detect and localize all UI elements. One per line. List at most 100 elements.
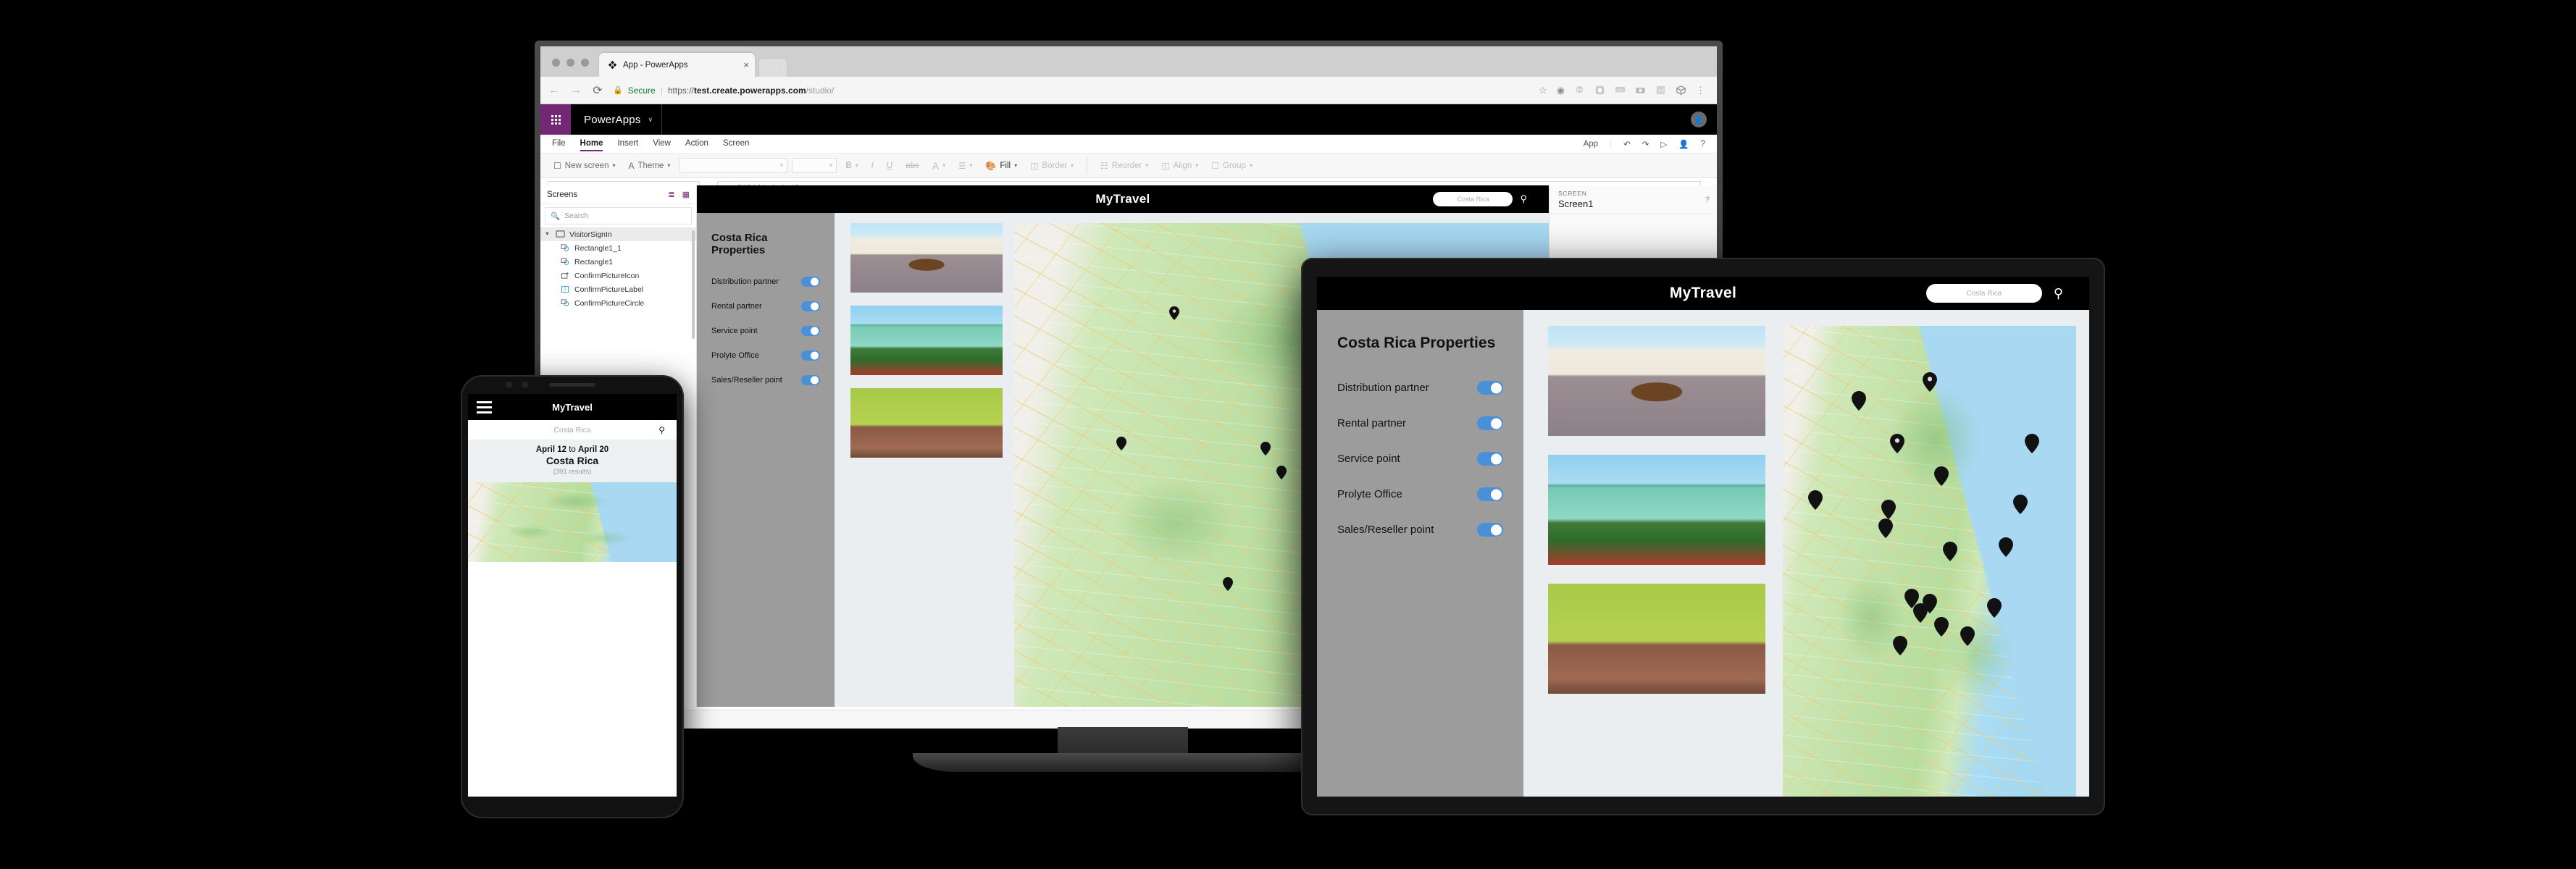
menu-file[interactable]: File bbox=[552, 139, 566, 148]
address-bar[interactable]: 🔒 Secure | https://test.create.powerapps… bbox=[613, 85, 1530, 96]
map-pin[interactable] bbox=[1893, 636, 1907, 655]
chevron-down-icon[interactable]: ▾ bbox=[1195, 162, 1198, 169]
play-icon[interactable]: ▷ bbox=[1660, 139, 1667, 149]
toggle-switch[interactable] bbox=[801, 301, 820, 311]
app-search-input[interactable]: Costa Rica bbox=[1433, 192, 1513, 206]
tree-item-rectangle1-1[interactable]: Rectangle1_1 bbox=[540, 241, 696, 255]
chevron-down-icon[interactable]: ▾ bbox=[667, 162, 670, 169]
border-button[interactable]: ◫ Border ▾ bbox=[1026, 161, 1078, 171]
toggle-row-service-point[interactable]: Service point bbox=[711, 326, 820, 336]
toggle-switch[interactable] bbox=[1477, 416, 1503, 430]
chevron-down-icon[interactable]: ▾ bbox=[942, 162, 945, 169]
app-search-input[interactable]: Costa Rica bbox=[1925, 284, 2042, 303]
chevron-down-icon[interactable]: ▾ bbox=[612, 162, 615, 169]
extension-css-icon[interactable]: CSS bbox=[1615, 85, 1626, 96]
app-search[interactable]: Costa Rica ⚲ bbox=[1433, 192, 1527, 206]
chevron-down-icon[interactable]: ▾ bbox=[969, 162, 972, 169]
map-pin[interactable] bbox=[1933, 466, 1949, 486]
toggle-switch[interactable] bbox=[801, 326, 820, 336]
map-pin[interactable] bbox=[1878, 518, 1893, 538]
align-text-button[interactable]: ☰ ▾ bbox=[954, 161, 977, 171]
phone-map[interactable] bbox=[468, 482, 677, 562]
map-pin[interactable] bbox=[2013, 495, 2028, 514]
maximize-window-button[interactable] bbox=[581, 59, 589, 67]
app-search[interactable]: Costa Rica ⚲ bbox=[1925, 284, 2063, 303]
app-label[interactable]: App bbox=[1584, 140, 1598, 148]
menu-insert[interactable]: Insert bbox=[617, 139, 638, 148]
toggle-row-prolyte-office[interactable]: Prolyte Office bbox=[711, 350, 820, 361]
extension-rp-icon[interactable]: RP bbox=[1655, 85, 1666, 96]
tree-item-confirmpicturecircle[interactable]: ConfirmPictureCircle bbox=[540, 296, 696, 310]
map-pin[interactable] bbox=[1881, 499, 1896, 519]
tree-scrollbar[interactable] bbox=[692, 230, 695, 339]
map-pin[interactable] bbox=[1960, 626, 1975, 646]
close-window-button[interactable] bbox=[552, 59, 560, 67]
tree-item-visitorsignin[interactable]: ▼ VisitorSignIn bbox=[540, 227, 696, 241]
extension-camera-icon[interactable] bbox=[1635, 85, 1646, 96]
profile-icon[interactable]: ◉ bbox=[1557, 85, 1565, 96]
font-family-select[interactable]: ▾ bbox=[679, 158, 788, 173]
align-button[interactable]: ◫ Align ▾ bbox=[1157, 161, 1203, 171]
chevron-down-icon[interactable]: ▾ bbox=[1071, 162, 1074, 169]
share-icon[interactable]: 👤 bbox=[1678, 139, 1689, 149]
extension-shield-icon[interactable] bbox=[1594, 85, 1605, 96]
chevron-down-icon[interactable]: ▾ bbox=[1145, 162, 1148, 169]
tree-item-confirmpictureicon[interactable]: ConfirmPictureIcon bbox=[540, 269, 696, 282]
menu-home[interactable]: Home bbox=[580, 139, 603, 151]
map-pin[interactable] bbox=[2025, 433, 2040, 453]
avatar[interactable]: 👤 bbox=[1691, 112, 1707, 127]
toggle-row-prolyte-office[interactable]: Prolyte Office bbox=[1337, 487, 1503, 501]
tree-item-confirmpicturelabel[interactable]: T ConfirmPictureLabel bbox=[540, 282, 696, 296]
toggle-switch[interactable] bbox=[1477, 523, 1503, 537]
toggle-row-distribution-partner[interactable]: Distribution partner bbox=[1337, 381, 1503, 395]
close-tab-icon[interactable]: × bbox=[743, 59, 749, 70]
map-pin[interactable] bbox=[1260, 441, 1271, 456]
menu-action[interactable]: Action bbox=[685, 139, 708, 148]
fill-button[interactable]: 🎨 Fill ▾ bbox=[981, 161, 1021, 171]
toggle-switch[interactable] bbox=[1477, 381, 1503, 395]
deck-chairs-photo[interactable] bbox=[850, 223, 1003, 293]
underline-button[interactable]: U bbox=[882, 161, 897, 170]
living-room-photo[interactable] bbox=[850, 388, 1003, 458]
chevron-down-icon[interactable]: ▾ bbox=[856, 162, 858, 169]
toggle-row-distribution-partner[interactable]: Distribution partner bbox=[711, 277, 820, 287]
hamburger-menu-icon[interactable] bbox=[477, 400, 492, 413]
new-screen-button[interactable]: ☐ New screen ▾ bbox=[549, 161, 620, 171]
group-button[interactable]: ☐ Group ▾ bbox=[1207, 161, 1257, 171]
property-photo-list[interactable] bbox=[850, 223, 1003, 707]
search-icon[interactable]: ⚲ bbox=[2054, 286, 2063, 301]
italic-button[interactable]: I bbox=[867, 161, 878, 170]
screens-search-input[interactable]: 🔍 Search bbox=[545, 207, 692, 224]
toggle-switch[interactable] bbox=[801, 277, 820, 287]
font-color-button[interactable]: A ▾ bbox=[928, 160, 950, 172]
thumbnail-view-icon[interactable]: ▦ bbox=[682, 190, 690, 199]
minimize-window-button[interactable] bbox=[566, 59, 574, 67]
extension-cube-icon[interactable] bbox=[1676, 85, 1686, 96]
theme-button[interactable]: A Theme ▾ bbox=[624, 161, 675, 171]
reload-icon[interactable]: ⟳ bbox=[591, 83, 604, 98]
help-icon[interactable]: ? bbox=[1701, 140, 1705, 148]
toggle-row-rental-partner[interactable]: Rental partner bbox=[711, 301, 820, 311]
expander-icon[interactable]: ▼ bbox=[545, 232, 551, 237]
toggle-switch[interactable] bbox=[801, 350, 820, 361]
map-pin[interactable] bbox=[1998, 537, 2013, 557]
map-pin[interactable] bbox=[1223, 576, 1234, 591]
reorder-button[interactable]: ☷ Reorder ▾ bbox=[1096, 161, 1153, 171]
bold-button[interactable]: B ▾ bbox=[841, 161, 862, 170]
map-pin[interactable] bbox=[1116, 436, 1126, 450]
search-icon[interactable]: ⚲ bbox=[658, 425, 665, 435]
chevron-down-icon[interactable]: ▾ bbox=[1014, 162, 1017, 169]
font-size-select[interactable]: ▾ bbox=[792, 158, 837, 173]
toggle-row-sales-reseller-point[interactable]: Sales/Reseller point bbox=[1337, 523, 1503, 537]
green-cottage-photo[interactable] bbox=[1548, 455, 1765, 565]
screens-panel-view-toggles[interactable]: ≣ ▦ bbox=[668, 190, 690, 199]
toggle-switch[interactable] bbox=[1477, 452, 1503, 466]
browser-tab[interactable]: App - PowerApps × bbox=[599, 53, 755, 77]
toggle-row-sales-reseller-point[interactable]: Sales/Reseller point bbox=[711, 375, 820, 385]
forward-icon[interactable]: → bbox=[569, 84, 582, 97]
star-icon[interactable]: ☆ bbox=[1539, 85, 1547, 96]
living-room-photo[interactable] bbox=[1548, 584, 1765, 694]
extension-skull-icon[interactable] bbox=[1574, 85, 1585, 96]
map-pin[interactable] bbox=[1942, 542, 1957, 561]
green-cottage-photo[interactable] bbox=[850, 306, 1003, 375]
